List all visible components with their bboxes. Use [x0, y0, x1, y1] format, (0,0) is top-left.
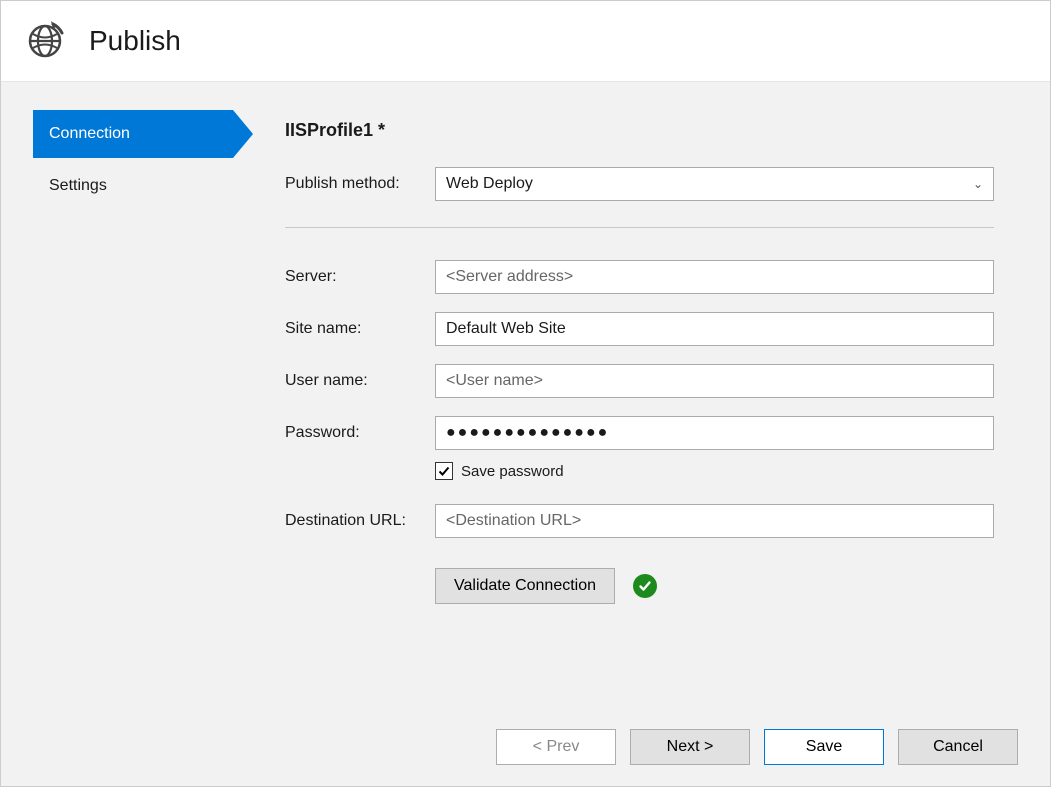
server-input[interactable]: [435, 260, 994, 294]
publish-dialog: Publish Connection Settings IISProfile1 …: [0, 0, 1051, 787]
form-panel: IISProfile1 * Publish method: Web Deploy…: [261, 110, 1050, 708]
dialog-body: Connection Settings IISProfile1 * Publis…: [1, 81, 1050, 786]
save-password-checkbox[interactable]: [435, 462, 453, 480]
save-button[interactable]: Save: [764, 729, 884, 765]
dialog-title: Publish: [89, 25, 181, 57]
user-name-label: User name:: [285, 372, 435, 390]
validation-success-icon: [633, 574, 657, 598]
sidebar-item-label: Settings: [49, 177, 107, 195]
password-input[interactable]: ●●●●●●●●●●●●●●: [435, 416, 994, 450]
sidebar-item-settings[interactable]: Settings: [33, 162, 261, 210]
destination-url-label: Destination URL:: [285, 512, 435, 530]
server-label: Server:: [285, 268, 435, 286]
sidebar-item-connection[interactable]: Connection: [33, 110, 233, 158]
destination-url-input[interactable]: [435, 504, 994, 538]
wizard-sidebar: Connection Settings: [1, 110, 261, 708]
chevron-down-icon: ⌄: [973, 177, 983, 191]
site-name-input[interactable]: [435, 312, 994, 346]
section-divider: [285, 227, 994, 228]
cancel-button[interactable]: Cancel: [898, 729, 1018, 765]
profile-title: IISProfile1 *: [285, 120, 994, 141]
title-bar: Publish: [1, 1, 1050, 81]
password-label: Password:: [285, 424, 435, 442]
publish-method-select[interactable]: Web Deploy ⌄: [435, 167, 994, 201]
publish-method-value: Web Deploy: [446, 175, 533, 193]
prev-button: < Prev: [496, 729, 616, 765]
site-name-label: Site name:: [285, 320, 435, 338]
publish-method-label: Publish method:: [285, 175, 435, 193]
globe-publish-icon: [25, 21, 65, 61]
save-password-label: Save password: [461, 463, 564, 480]
validate-connection-button[interactable]: Validate Connection: [435, 568, 615, 604]
user-name-input[interactable]: [435, 364, 994, 398]
dialog-footer: < Prev Next > Save Cancel: [1, 708, 1050, 786]
next-button[interactable]: Next >: [630, 729, 750, 765]
sidebar-item-label: Connection: [49, 125, 130, 143]
